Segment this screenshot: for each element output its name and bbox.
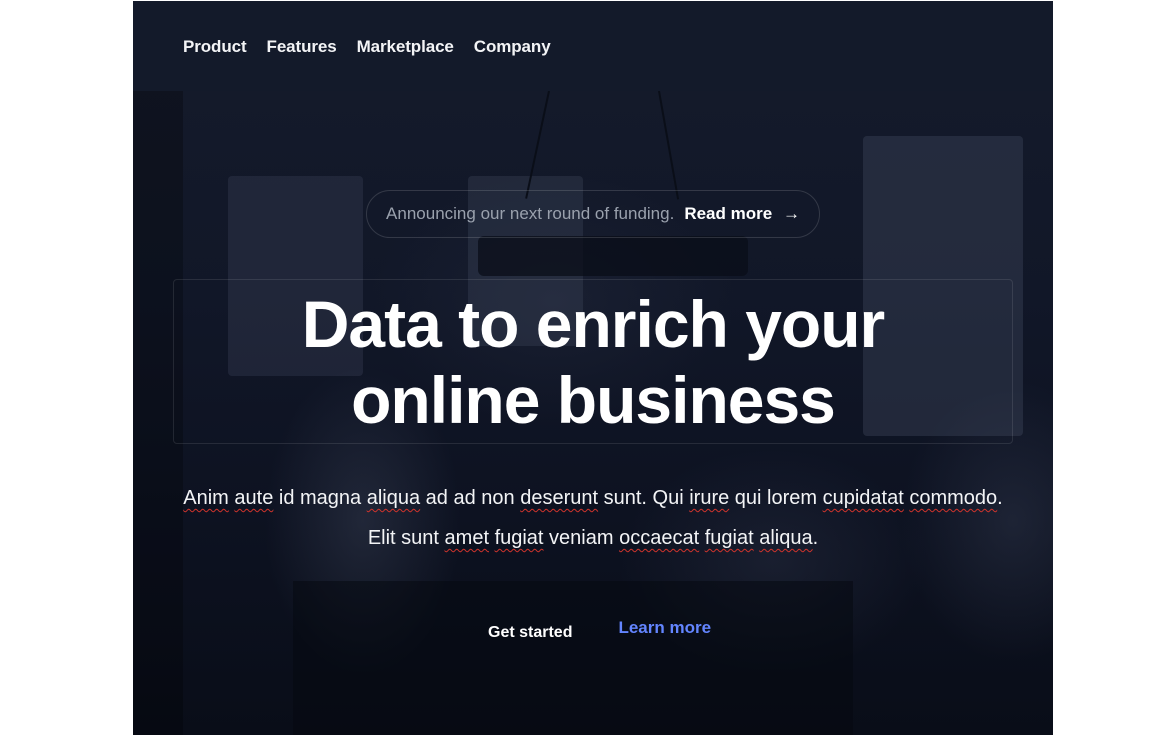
lead-word: fugiat <box>494 527 544 549</box>
lead-word: occaecat <box>619 527 700 549</box>
main-nav: Product Features Marketplace Company <box>183 37 551 57</box>
learn-more-link[interactable]: Learn more <box>618 618 711 638</box>
nav-item-company[interactable]: Company <box>474 37 551 57</box>
hero-section: Product Features Marketplace Company Ann… <box>133 1 1053 735</box>
nav-item-marketplace[interactable]: Marketplace <box>357 37 454 57</box>
header-bar: Product Features Marketplace Company <box>133 1 1053 91</box>
lead-word: aute <box>234 487 274 509</box>
announcement-text: Announcing our next round of funding. <box>386 204 675 223</box>
read-more-label: Read more <box>684 204 773 223</box>
lead-text: veniam <box>543 527 620 549</box>
photo-lamp-wire <box>658 90 680 200</box>
lead-word: amet <box>444 527 489 549</box>
get-started-button[interactable]: Get started <box>488 618 572 648</box>
nav-item-product[interactable]: Product <box>183 37 247 57</box>
lead-word: cupidatat <box>822 487 904 509</box>
arrow-right-icon: → <box>782 204 800 223</box>
lead-text: sunt. Qui <box>598 487 690 509</box>
headline-container: Data to enrich your online business <box>173 279 1013 444</box>
page-title: Data to enrich your online business <box>301 286 885 437</box>
lead-text: id magna <box>273 487 367 509</box>
lead-word: Anim <box>183 487 229 509</box>
photo-lamp <box>478 236 748 276</box>
photo-table <box>293 581 853 735</box>
nav-item-features[interactable]: Features <box>267 37 337 57</box>
lead-word: aliqua <box>759 527 813 549</box>
lead-word: commodo <box>909 487 998 509</box>
hero-description: Anim aute id magna aliqua ad ad non dese… <box>173 478 1013 558</box>
announcement-pill: Announcing our next round of funding. Re… <box>366 190 820 238</box>
lead-text: . <box>812 527 819 549</box>
lead-word: deserunt <box>520 487 599 509</box>
lead-word: irure <box>689 487 730 509</box>
lead-text: qui lorem <box>729 487 823 509</box>
lead-word: aliqua <box>366 487 421 509</box>
hero-actions: Get started Learn more <box>488 615 711 645</box>
lead-word: fugiat <box>704 527 754 549</box>
lead-text: ad ad non <box>420 487 521 509</box>
read-more-link[interactable]: Read more → <box>684 204 800 224</box>
